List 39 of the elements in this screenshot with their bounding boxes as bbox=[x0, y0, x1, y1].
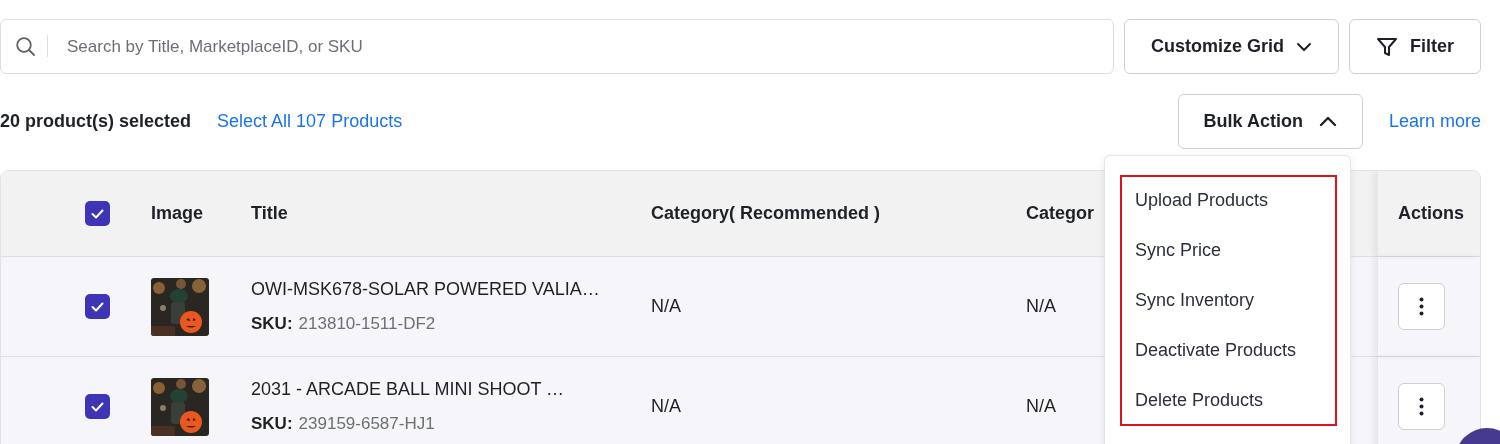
menu-item[interactable]: Delete Products bbox=[1122, 387, 1335, 414]
filter-icon bbox=[1376, 35, 1398, 58]
menu-item[interactable]: Upload Products bbox=[1122, 187, 1335, 214]
learn-more-link[interactable]: Learn more bbox=[1388, 108, 1481, 135]
sku-value: 213810-1511-DF2 bbox=[298, 313, 436, 336]
filter-button[interactable]: Filter bbox=[1349, 19, 1481, 74]
checkbox[interactable] bbox=[85, 394, 110, 419]
more-icon bbox=[1419, 397, 1424, 416]
table-cell: N/A bbox=[651, 296, 681, 316]
bulk-action-button[interactable]: Bulk Action bbox=[1177, 94, 1363, 149]
selection-count: 20 product(s) selected bbox=[0, 110, 192, 133]
column-header: Actions bbox=[1398, 202, 1464, 225]
sku-label: SKU: bbox=[251, 413, 293, 436]
checkmark-icon bbox=[91, 208, 104, 219]
menu-item[interactable]: Deactivate Products bbox=[1122, 337, 1335, 364]
customize-grid-button[interactable]: Customize Grid bbox=[1123, 19, 1339, 74]
sku-value: 239159-6587-HJ1 bbox=[298, 413, 435, 436]
select-all-link[interactable]: Select All 107 Products bbox=[217, 108, 403, 135]
checkmark-icon bbox=[91, 301, 104, 312]
column-header: Category( Recommended ) bbox=[651, 202, 881, 225]
sku-label: SKU: bbox=[251, 313, 293, 336]
checkmark-icon bbox=[91, 401, 104, 412]
column-header: Image bbox=[151, 202, 204, 225]
menu-item[interactable]: Sync Price bbox=[1122, 237, 1335, 264]
search-icon bbox=[15, 36, 36, 57]
chevron-down-icon bbox=[1296, 41, 1312, 52]
table-cell: N/A bbox=[1026, 296, 1056, 316]
column-header: Categor bbox=[1026, 202, 1094, 225]
table-cell: N/A bbox=[651, 396, 681, 416]
search-field[interactable]: Search by Title, MarketplaceID, or SKU bbox=[0, 19, 1114, 74]
product-title: 2031 - ARCADE BALL MINI SHOOT … bbox=[251, 378, 566, 402]
table-cell: N/A bbox=[1026, 396, 1056, 416]
checkbox[interactable] bbox=[85, 201, 110, 226]
product-title: OWI-MSK678-SOLAR POWERED VALIA… bbox=[251, 278, 601, 302]
menu-item[interactable]: Sync Inventory bbox=[1122, 287, 1335, 314]
checkbox[interactable] bbox=[85, 294, 110, 319]
more-icon bbox=[1419, 297, 1424, 316]
chevron-up-icon bbox=[1318, 116, 1337, 127]
column-header: Title bbox=[251, 202, 288, 225]
